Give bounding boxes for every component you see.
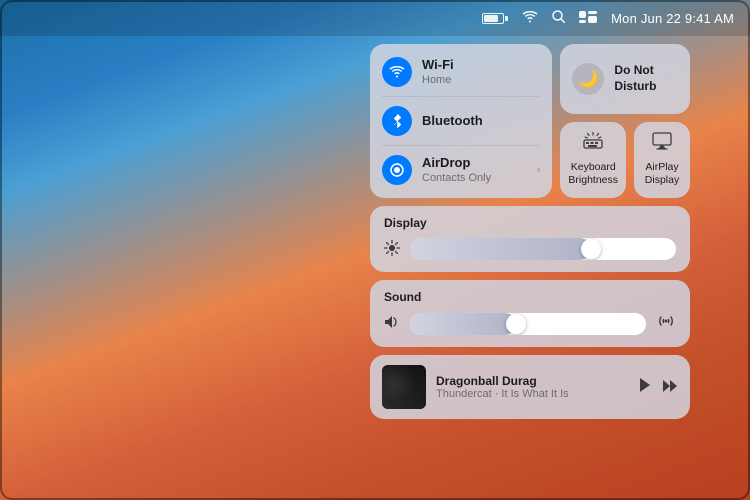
top-row: Wi-Fi Home Bluetooth — [370, 44, 690, 198]
album-art-pattern — [382, 365, 426, 409]
airdrop-icon — [382, 155, 412, 185]
wifi-item[interactable]: Wi-Fi Home — [382, 54, 540, 90]
small-tiles-row: KeyboardBrightness AirPlayDisplay — [560, 122, 690, 198]
bluetooth-text: Bluetooth — [422, 113, 540, 129]
sound-title: Sound — [384, 290, 676, 304]
sound-slider-thumb — [506, 314, 526, 334]
wifi-icon — [382, 57, 412, 87]
airplay-display-label: AirPlayDisplay — [645, 161, 679, 188]
bluetooth-icon — [382, 106, 412, 136]
volume-icon — [384, 315, 400, 332]
bluetooth-item[interactable]: Bluetooth — [382, 103, 540, 139]
menubar-right: Mon Jun 22 9:41 AM — [482, 10, 734, 26]
menubar: Mon Jun 22 9:41 AM — [0, 0, 750, 36]
dnd-icon: 🌙 — [572, 63, 604, 95]
airdrop-subtitle: Contacts Only — [422, 171, 527, 185]
track-info: Dragonball Durag Thundercat · It Is What… — [436, 374, 628, 400]
keyboard-brightness-icon — [582, 132, 604, 156]
airplay-display-tile[interactable]: AirPlayDisplay — [634, 122, 690, 198]
play-button[interactable] — [638, 377, 652, 398]
track-title: Dragonball Durag — [436, 374, 628, 388]
display-slider-thumb — [581, 239, 601, 259]
airplay-display-icon — [651, 132, 673, 156]
wifi-text: Wi-Fi Home — [422, 57, 540, 87]
control-center-menubar-icon[interactable] — [579, 11, 597, 26]
album-art — [382, 365, 426, 409]
wifi-subtitle: Home — [422, 73, 540, 87]
track-artist: Thundercat · It Is What It Is — [436, 388, 628, 400]
divider-1 — [382, 96, 540, 97]
airdrop-item[interactable]: AirDrop Contacts Only › — [382, 152, 540, 188]
brightness-icon — [384, 240, 400, 259]
skip-button[interactable] — [662, 379, 678, 396]
display-slider-fill — [410, 238, 591, 260]
control-center-panel: Wi-Fi Home Bluetooth — [370, 44, 690, 419]
battery-icon — [482, 13, 508, 24]
dnd-label: Do NotDisturb — [614, 63, 656, 94]
keyboard-brightness-label: KeyboardBrightness — [568, 161, 618, 188]
keyboard-brightness-tile[interactable]: KeyboardBrightness — [560, 122, 626, 198]
playback-controls — [638, 377, 678, 398]
airdrop-chevron: › — [537, 164, 541, 176]
dnd-tile[interactable]: 🌙 Do NotDisturb — [560, 44, 690, 114]
network-tile: Wi-Fi Home Bluetooth — [370, 44, 552, 198]
airdrop-name: AirDrop — [422, 155, 527, 171]
search-menubar-icon[interactable] — [552, 10, 565, 26]
sound-tile: Sound — [370, 280, 690, 347]
airplay-sound-icon[interactable] — [656, 312, 676, 335]
display-tile: Display — [370, 206, 690, 272]
right-column: 🌙 Do NotDisturb — [560, 44, 690, 198]
airdrop-text: AirDrop Contacts Only — [422, 155, 527, 185]
wifi-name: Wi-Fi — [422, 57, 540, 73]
menubar-datetime: Mon Jun 22 9:41 AM — [611, 11, 734, 26]
sound-slider[interactable] — [410, 313, 646, 335]
divider-2 — [382, 145, 540, 146]
display-slider-row — [384, 238, 676, 260]
sound-slider-row — [384, 312, 676, 335]
wifi-menubar-icon[interactable] — [522, 11, 538, 26]
bluetooth-name: Bluetooth — [422, 113, 540, 129]
display-title: Display — [384, 216, 676, 230]
display-slider[interactable] — [410, 238, 676, 260]
now-playing-tile: Dragonball Durag Thundercat · It Is What… — [370, 355, 690, 419]
sound-slider-fill — [410, 313, 516, 335]
